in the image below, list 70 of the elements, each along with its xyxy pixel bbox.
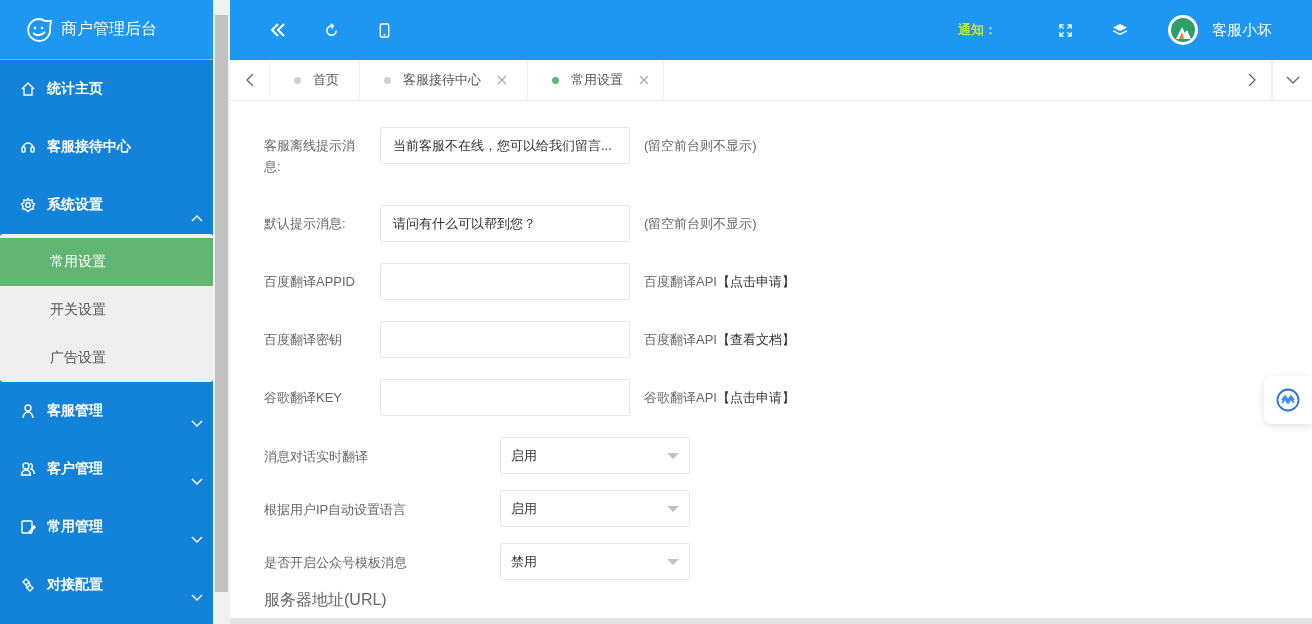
close-icon[interactable] [639,75,649,85]
chevron-icon [191,214,203,222]
sidebar-item[interactable]: 对接配置 [0,556,213,614]
gear-icon [20,197,36,213]
sidebar-item[interactable]: 统计主页 [0,60,213,118]
field-hint: (留空前台则不显示) [644,137,757,155]
scrollbar[interactable] [230,618,1312,624]
input-field[interactable] [380,379,630,416]
field-label: 百度翻译APPID [264,273,356,291]
submenu-item[interactable]: 开关设置 [0,286,213,334]
chevron-icon [191,420,203,428]
floating-button[interactable] [1264,376,1312,424]
select-field[interactable]: 禁用 [500,543,690,580]
select-field[interactable]: 启用 [500,490,690,527]
home-icon [20,81,36,97]
field-label: 是否开启公众号模板消息 [264,554,408,572]
edit-icon [20,519,36,535]
input-field[interactable] [380,321,630,358]
double-chevron-left-icon[interactable] [270,22,286,38]
avatar-icon[interactable] [1168,15,1198,45]
field-label: 百度翻译密钥 [264,331,343,349]
section-title: 服务器地址(URL) [264,590,388,610]
scrollbar[interactable] [213,0,230,624]
page-tab[interactable]: 首页 [270,60,360,100]
link[interactable]: 【点击申请】 [716,263,795,291]
chevron-right-icon [1247,73,1256,87]
sidebar-item[interactable]: 客户管理 [0,440,213,498]
page-tab[interactable]: 常用设置 [528,60,664,100]
chevron-icon [191,478,203,486]
chevron-icon [191,536,203,544]
dropdown-arrow-icon [667,452,679,459]
headset-icon [20,139,36,155]
field-label: 默认提示消息: [264,215,347,233]
users-icon [20,461,36,477]
page-tab[interactable]: 客服接待中心 [360,60,528,100]
app-title: 商户管理后台 [61,19,157,39]
field-hint: (留空前台则不显示) [644,215,757,233]
field-hint: 谷歌翻译API [644,389,717,407]
field-hint: 百度翻译API [644,331,717,349]
field-hint: 百度翻译API [644,273,717,291]
close-icon[interactable] [497,75,507,85]
sidebar-item[interactable]: 客服接待中心 [0,118,213,176]
smiley-logo-icon [25,15,53,44]
link[interactable]: 【点击申请】 [716,379,795,407]
input-field[interactable]: 请问有什么可以帮到您？ [380,205,630,242]
dropdown-arrow-icon [667,558,679,565]
field-label: 谷歌翻译KEY [264,389,343,407]
dropdown-arrow-icon [667,505,679,512]
circle-logo-icon [1276,388,1300,412]
field-label: 客服离线提示消息: [264,137,356,176]
user-icon [20,403,36,419]
link-icon [20,577,36,593]
chevron-down-icon [1285,76,1300,84]
fullscreen-icon[interactable] [1059,23,1072,37]
select-field[interactable]: 启用 [500,437,690,474]
field-label: 根据用户IP自动设置语言 [264,501,408,519]
link[interactable]: 【查看文档】 [716,321,795,349]
notice-text: 通知： [958,21,997,39]
field-label: 消息对话实时翻译 [264,448,369,466]
submenu-item[interactable]: 广告设置 [0,334,213,382]
input-field[interactable]: 当前客服不在线，您可以给我们留言... [380,127,630,164]
input-field[interactable] [380,263,630,300]
mobile-icon[interactable] [377,22,392,38]
sidebar-item[interactable]: 常用管理 [0,498,213,556]
refresh-icon[interactable] [324,22,339,38]
sidebar-item[interactable]: 系统设置 [0,176,213,234]
sidebar-item[interactable]: 客服管理 [0,382,213,440]
layers-icon[interactable] [1112,22,1128,38]
chevron-left-icon [245,73,254,87]
chevron-icon [191,594,203,602]
